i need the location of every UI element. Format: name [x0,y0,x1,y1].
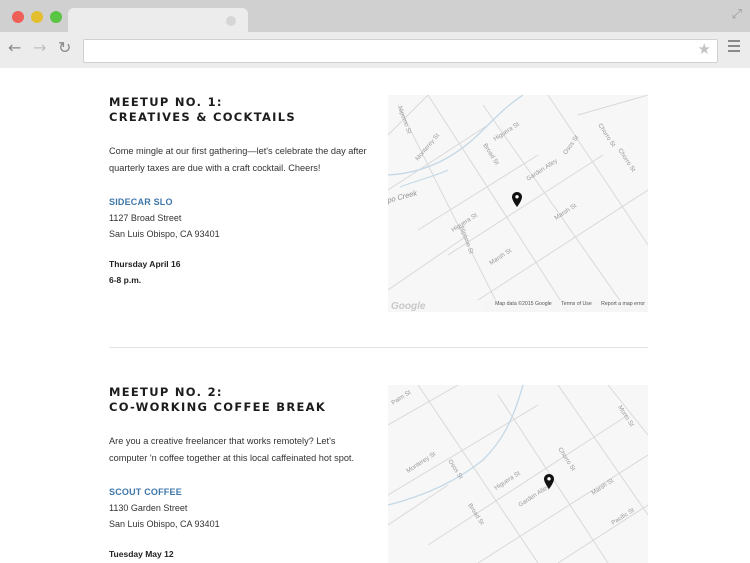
close-window-button[interactable] [12,11,24,23]
street-label: Higuera St [493,470,522,492]
browser-chrome: ⤢ ← → ↻ ★ [0,0,750,69]
forward-arrow-icon[interactable]: → [33,38,46,57]
meetup-1: MEETUP NO. 1: CREATIVES & COCKTAILS Come… [109,95,649,340]
url-input[interactable] [84,40,680,60]
terms-link[interactable]: Terms of Use [561,301,592,307]
tab-strip: ⤢ [0,0,750,34]
map-1[interactable]: Monterey St Broad St Higuera St Osos St … [388,95,648,312]
meetup-title-line1: MEETUP NO. 1: [109,95,223,109]
reload-icon[interactable]: ↻ [58,38,71,57]
street-label: Palm St [390,389,412,407]
street-label: Garden Alley [525,157,559,183]
meetup-title-line1: MEETUP NO. 2: [109,385,223,399]
street-label: Marsh St [590,477,615,497]
street-label: Chorro St [596,122,616,148]
map-2-streets: Palm St Monterey St Osos St Higuera St G… [388,385,648,563]
page-content: MEETUP NO. 1: CREATIVES & COCKTAILS Come… [0,68,750,563]
meetup-title-line2: CO-WORKING COFFEE BREAK [109,400,327,414]
address-bar[interactable]: ★ [83,39,718,63]
map-footer: Map data ©2015 Google Terms of Use Repor… [484,300,648,312]
bookmark-star-icon[interactable]: ★ [698,40,711,58]
map-attribution: Map data ©2015 Google [495,301,552,307]
street-label: Pacific St [610,507,636,527]
street-label: Nipomo St [396,105,413,135]
meetup-description: Come mingle at our first gathering—let's… [109,146,367,173]
street-label: Marsh St [553,202,578,222]
section-divider [109,347,648,348]
back-arrow-icon[interactable]: ← [8,38,21,57]
minimize-window-button[interactable] [31,11,43,23]
fullscreen-icon[interactable]: ⤢ [732,6,742,22]
browser-toolbar: ← → ↻ ★ [0,32,750,69]
meetup-title-line2: CREATIVES & COCKTAILS [109,110,296,124]
hamburger-menu-icon[interactable] [728,40,740,55]
street-label: Marsh St [488,247,513,267]
street-label: Osos St [562,134,581,156]
street-label: Monterey St [405,450,437,474]
street-label: Osos St [446,458,464,481]
map-pin-icon[interactable] [512,192,522,207]
street-label: Chorro St [616,147,636,173]
street-label: Broad St [466,502,485,526]
meetup-2: MEETUP NO. 2: CO-WORKING COFFEE BREAK Ar… [109,385,649,563]
street-label: Broad St [481,142,500,166]
maximize-window-button[interactable] [50,11,62,23]
google-logo: Google [391,301,426,312]
close-tab-icon[interactable] [226,16,236,26]
map-pin-icon[interactable] [544,474,554,489]
creek-label: po Creek [388,188,419,205]
browser-tab[interactable] [68,8,248,34]
report-error-link[interactable]: Report a map error [601,301,645,307]
map-2[interactable]: Palm St Monterey St Osos St Higuera St G… [388,385,648,563]
meetup-description: Are you a creative freelancer that works… [109,436,355,463]
